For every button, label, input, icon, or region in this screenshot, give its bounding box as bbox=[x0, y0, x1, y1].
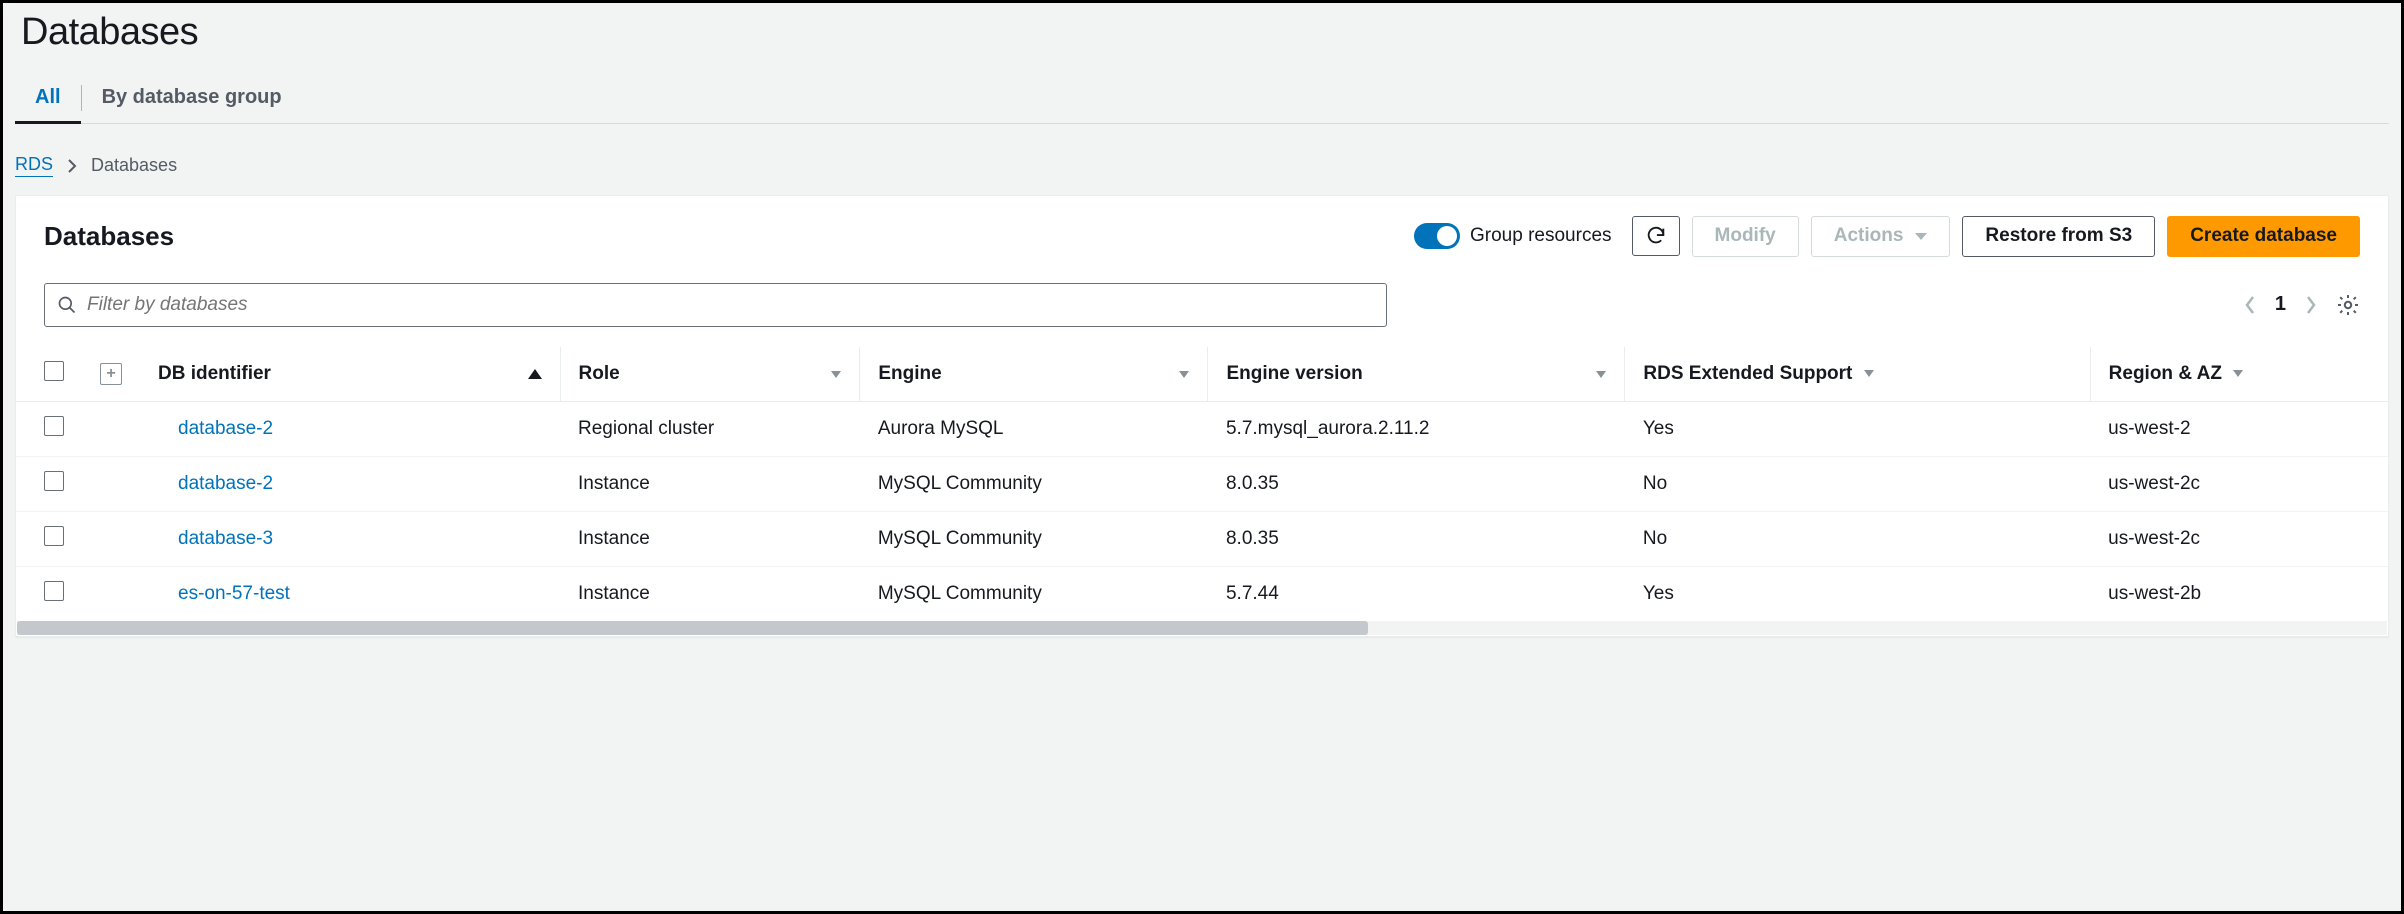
cell-extended-support: No bbox=[1625, 456, 2090, 511]
sort-indicator-icon bbox=[2233, 370, 2243, 377]
breadcrumb: RDS Databases bbox=[15, 154, 2389, 177]
tabs: All By database group bbox=[15, 78, 2389, 124]
settings-button[interactable] bbox=[2336, 293, 2360, 317]
cell-extended-support: No bbox=[1625, 511, 2090, 566]
cell-role: Regional cluster bbox=[560, 401, 860, 456]
col-role-label: Role bbox=[579, 363, 620, 384]
restore-from-s3-button[interactable]: Restore from S3 bbox=[1962, 216, 2155, 257]
cell-engine: MySQL Community bbox=[860, 566, 1208, 621]
table-row: database-3 InstanceMySQL Community8.0.35N… bbox=[16, 511, 2388, 566]
databases-panel: Databases Group resources Modify Actions… bbox=[15, 195, 2389, 637]
row-checkbox[interactable] bbox=[44, 581, 64, 601]
table-wrap: + DB identifier Role Engine bbox=[16, 347, 2388, 621]
page-number: 1 bbox=[2275, 293, 2286, 316]
table-row: database-2 Regional clusterAurora MySQL5.… bbox=[16, 401, 2388, 456]
databases-table: + DB identifier Role Engine bbox=[16, 347, 2388, 621]
cell-engine: MySQL Community bbox=[860, 511, 1208, 566]
cell-region-az: us-west-2c bbox=[2090, 511, 2388, 566]
cell-role: Instance bbox=[560, 456, 860, 511]
filter-input[interactable] bbox=[87, 294, 1374, 316]
tab-by-database-group[interactable]: By database group bbox=[82, 78, 302, 123]
db-identifier-link[interactable]: database-2 bbox=[158, 418, 273, 440]
prev-page-button[interactable] bbox=[2243, 294, 2257, 316]
expand-all-icon[interactable]: + bbox=[100, 363, 122, 385]
table-header-row: + DB identifier Role Engine bbox=[16, 347, 2388, 402]
search-icon bbox=[57, 295, 77, 315]
col-extended-support-label: RDS Extended Support bbox=[1643, 363, 1852, 384]
sort-indicator-icon bbox=[831, 371, 841, 378]
col-region-az[interactable]: Region & AZ bbox=[2090, 347, 2388, 402]
filter-input-wrap bbox=[44, 283, 1387, 327]
cell-region-az: us-west-2c bbox=[2090, 456, 2388, 511]
panel-title: Databases bbox=[44, 221, 1402, 252]
col-region-az-label: Region & AZ bbox=[2109, 363, 2222, 384]
col-extended-support[interactable]: RDS Extended Support bbox=[1625, 347, 2090, 402]
panel-header: Databases Group resources Modify Actions… bbox=[16, 196, 2388, 267]
cell-engine-version: 8.0.35 bbox=[1208, 511, 1625, 566]
cell-engine: Aurora MySQL bbox=[860, 401, 1208, 456]
chevron-right-icon bbox=[2304, 294, 2318, 316]
col-engine-version-label: Engine version bbox=[1226, 363, 1362, 384]
cell-extended-support: Yes bbox=[1625, 401, 2090, 456]
actions-label: Actions bbox=[1834, 225, 1904, 248]
refresh-button[interactable] bbox=[1632, 216, 1680, 256]
cell-role: Instance bbox=[560, 511, 860, 566]
sort-asc-icon bbox=[528, 369, 542, 379]
col-engine[interactable]: Engine bbox=[860, 347, 1208, 402]
pagination: 1 bbox=[2243, 293, 2360, 317]
group-resources-toggle-wrap: Group resources bbox=[1414, 223, 1612, 249]
cell-region-az: us-west-2 bbox=[2090, 401, 2388, 456]
breadcrumb-rds-link[interactable]: RDS bbox=[15, 154, 53, 177]
next-page-button[interactable] bbox=[2304, 294, 2318, 316]
cell-extended-support: Yes bbox=[1625, 566, 2090, 621]
chevron-left-icon bbox=[2243, 294, 2257, 316]
sort-indicator-icon bbox=[1179, 371, 1189, 378]
db-identifier-link[interactable]: database-3 bbox=[158, 528, 273, 550]
col-db-identifier[interactable]: DB identifier bbox=[140, 347, 560, 402]
group-resources-toggle[interactable] bbox=[1414, 223, 1460, 249]
col-engine-version[interactable]: Engine version bbox=[1208, 347, 1625, 402]
sort-indicator-icon bbox=[1596, 371, 1606, 378]
breadcrumb-current: Databases bbox=[91, 155, 177, 176]
cell-engine: MySQL Community bbox=[860, 456, 1208, 511]
row-checkbox[interactable] bbox=[44, 416, 64, 436]
modify-button[interactable]: Modify bbox=[1692, 216, 1799, 257]
horizontal-scrollbar[interactable] bbox=[17, 621, 2387, 635]
chevron-right-icon bbox=[67, 158, 77, 174]
table-row: database-2 InstanceMySQL Community8.0.35N… bbox=[16, 456, 2388, 511]
db-identifier-link[interactable]: database-2 bbox=[158, 473, 273, 495]
scrollbar-thumb[interactable] bbox=[17, 621, 1368, 635]
cell-region-az: us-west-2b bbox=[2090, 566, 2388, 621]
refresh-icon bbox=[1645, 225, 1667, 247]
gear-icon bbox=[2336, 293, 2360, 317]
cell-role: Instance bbox=[560, 566, 860, 621]
col-db-identifier-label: DB identifier bbox=[158, 363, 271, 384]
col-engine-label: Engine bbox=[878, 363, 941, 384]
actions-button[interactable]: Actions bbox=[1811, 216, 1951, 257]
cell-engine-version: 5.7.44 bbox=[1208, 566, 1625, 621]
db-identifier-link[interactable]: es-on-57-test bbox=[158, 583, 290, 605]
create-database-button[interactable]: Create database bbox=[2167, 216, 2360, 257]
filter-row: 1 bbox=[16, 267, 2388, 347]
row-checkbox[interactable] bbox=[44, 526, 64, 546]
sort-indicator-icon bbox=[1864, 370, 1874, 377]
group-resources-label: Group resources bbox=[1470, 225, 1612, 247]
page-title: Databases bbox=[21, 11, 2389, 54]
select-all-checkbox[interactable] bbox=[44, 361, 64, 381]
tab-all[interactable]: All bbox=[15, 78, 81, 123]
row-checkbox[interactable] bbox=[44, 471, 64, 491]
cell-engine-version: 5.7.mysql_aurora.2.11.2 bbox=[1208, 401, 1625, 456]
table-row: es-on-57-test InstanceMySQL Community5.7.… bbox=[16, 566, 2388, 621]
col-role[interactable]: Role bbox=[560, 347, 860, 402]
cell-engine-version: 8.0.35 bbox=[1208, 456, 1625, 511]
caret-down-icon bbox=[1915, 233, 1927, 240]
